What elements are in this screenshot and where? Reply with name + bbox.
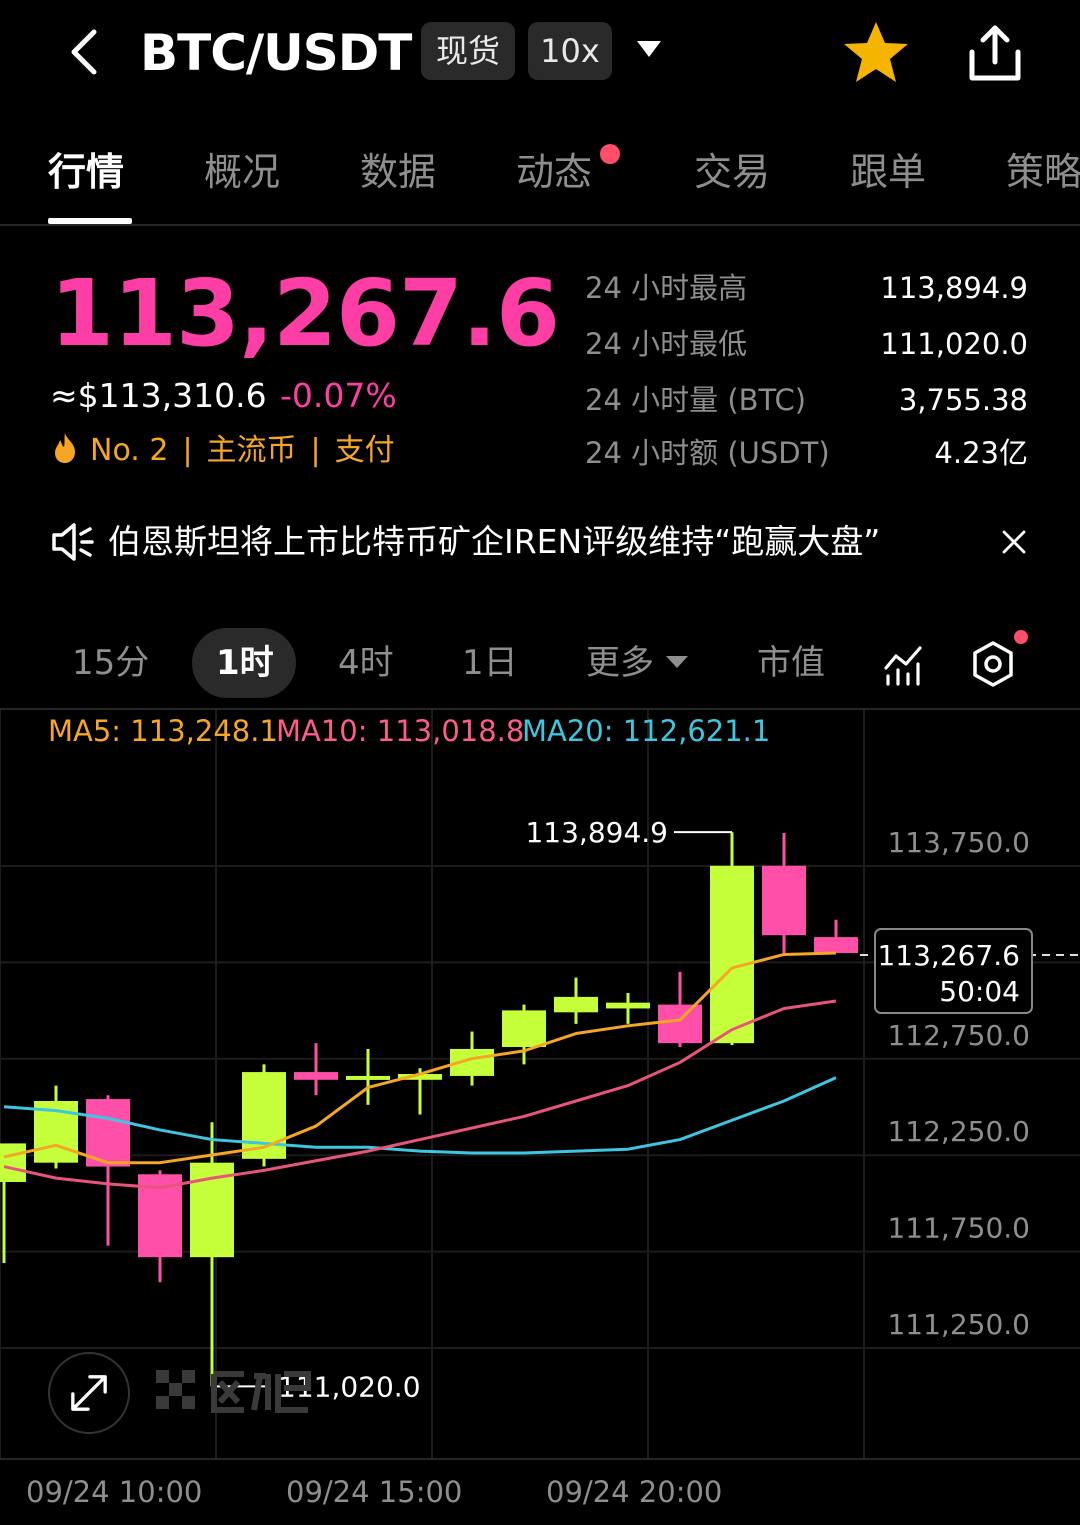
hex-settings-icon[interactable] bbox=[970, 640, 1016, 688]
tab-copy-trading[interactable]: 跟单 bbox=[850, 142, 926, 202]
ma20-legend: MA20: 112,621.1 bbox=[522, 714, 771, 748]
candle-body bbox=[554, 996, 598, 1013]
tab-data[interactable]: 数据 bbox=[360, 142, 436, 202]
okx-logo-watermark bbox=[156, 1370, 311, 1413]
share-icon[interactable] bbox=[964, 22, 1026, 84]
stat-value-turnover: 4.23亿 bbox=[934, 436, 1028, 470]
ma5-legend: MA5: 113,248.1 bbox=[48, 714, 278, 748]
candle-body bbox=[502, 1010, 546, 1048]
indicator-chart-icon[interactable] bbox=[882, 642, 926, 686]
candle-body bbox=[606, 1002, 650, 1009]
candlestick-chart[interactable]: 113,750.0113,250.0112,750.0112,250.0111,… bbox=[0, 706, 1080, 1458]
stat-value-low: 111,020.0 bbox=[880, 327, 1028, 361]
interval-15m[interactable]: 15分 bbox=[72, 636, 149, 690]
candle-body bbox=[814, 937, 858, 954]
y-tick-label: 112,250.0 bbox=[887, 1115, 1030, 1148]
usd-equivalent-price: ≈$113,310.6 bbox=[50, 376, 267, 415]
fullscreen-expand-icon[interactable] bbox=[48, 1352, 130, 1434]
market-type-badge: 现货 bbox=[421, 22, 515, 80]
notification-dot bbox=[600, 144, 620, 164]
candle-body bbox=[294, 1072, 338, 1080]
coin-tags: No. 2 | 主流币 | 支付 bbox=[50, 428, 395, 474]
news-headline[interactable]: 伯恩斯坦将上市比特币矿企IREN评级维持“跑赢大盘” bbox=[108, 516, 880, 568]
y-tick-label: 111,250.0 bbox=[887, 1308, 1030, 1341]
stat-value-high: 113,894.9 bbox=[880, 271, 1028, 305]
x-tick-label: 09/24 20:00 bbox=[546, 1475, 723, 1509]
back-chevron-icon[interactable] bbox=[62, 24, 112, 80]
ma10-legend: MA10: 113,018.8 bbox=[276, 714, 525, 748]
y-tick-label: 112,750.0 bbox=[887, 1019, 1030, 1052]
y-tick-label: 111,750.0 bbox=[887, 1212, 1030, 1245]
tab-market[interactable]: 行情 bbox=[48, 142, 124, 202]
tab-strategy[interactable]: 策略 bbox=[1006, 142, 1080, 202]
stat-label-high: 24 小时最高 bbox=[585, 271, 748, 305]
current-price-label: 113,267.6 bbox=[877, 939, 1020, 972]
candle-body bbox=[346, 1075, 390, 1080]
tab-trade[interactable]: 交易 bbox=[694, 142, 770, 202]
candle-body bbox=[762, 865, 806, 936]
market-cap-toggle[interactable]: 市值 bbox=[757, 636, 825, 690]
rank-tag[interactable]: No. 2 bbox=[90, 433, 168, 468]
usecase-tag[interactable]: 支付 bbox=[335, 433, 395, 468]
x-tick-label: 09/24 15:00 bbox=[286, 1475, 463, 1509]
candle-countdown: 50:04 bbox=[939, 975, 1020, 1008]
interval-4h[interactable]: 4时 bbox=[338, 636, 394, 690]
high-price-label: 113,894.9 bbox=[525, 816, 668, 849]
fire-icon bbox=[55, 433, 75, 463]
notification-dot bbox=[1014, 630, 1028, 644]
tabs-divider bbox=[0, 224, 1080, 226]
candle-body bbox=[658, 1004, 702, 1044]
stat-label-low: 24 小时最低 bbox=[585, 327, 748, 361]
y-tick-label: 113,750.0 bbox=[887, 826, 1030, 859]
interval-1d[interactable]: 1日 bbox=[462, 636, 518, 690]
stat-label-volume: 24 小时量 (BTC) bbox=[585, 383, 807, 417]
tab-overview[interactable]: 概况 bbox=[204, 142, 280, 202]
price-change-percent: -0.07% bbox=[280, 376, 397, 415]
category-tag[interactable]: 主流币 bbox=[207, 433, 297, 468]
caret-down-icon bbox=[666, 656, 688, 668]
close-icon[interactable] bbox=[1000, 528, 1028, 556]
candle-body bbox=[0, 1143, 26, 1182]
stat-label-turnover: 24 小时额 (USDT) bbox=[585, 436, 830, 470]
speaker-icon bbox=[52, 523, 94, 561]
interval-1h[interactable]: 1时 bbox=[216, 636, 274, 690]
caret-down-icon[interactable] bbox=[636, 40, 662, 58]
time-axis-divider bbox=[0, 1458, 1080, 1460]
stat-value-volume: 3,755.38 bbox=[898, 383, 1028, 417]
trading-pair-title[interactable]: BTC/USDT bbox=[140, 22, 412, 84]
star-icon[interactable] bbox=[842, 20, 910, 84]
leverage-badge: 10x bbox=[528, 22, 612, 80]
candle-body bbox=[710, 865, 754, 1044]
tab-feed[interactable]: 动态 bbox=[516, 142, 592, 202]
interval-more[interactable]: 更多 bbox=[586, 636, 688, 690]
last-price: 113,267.6 bbox=[50, 260, 560, 367]
x-tick-label: 09/24 10:00 bbox=[26, 1475, 203, 1509]
